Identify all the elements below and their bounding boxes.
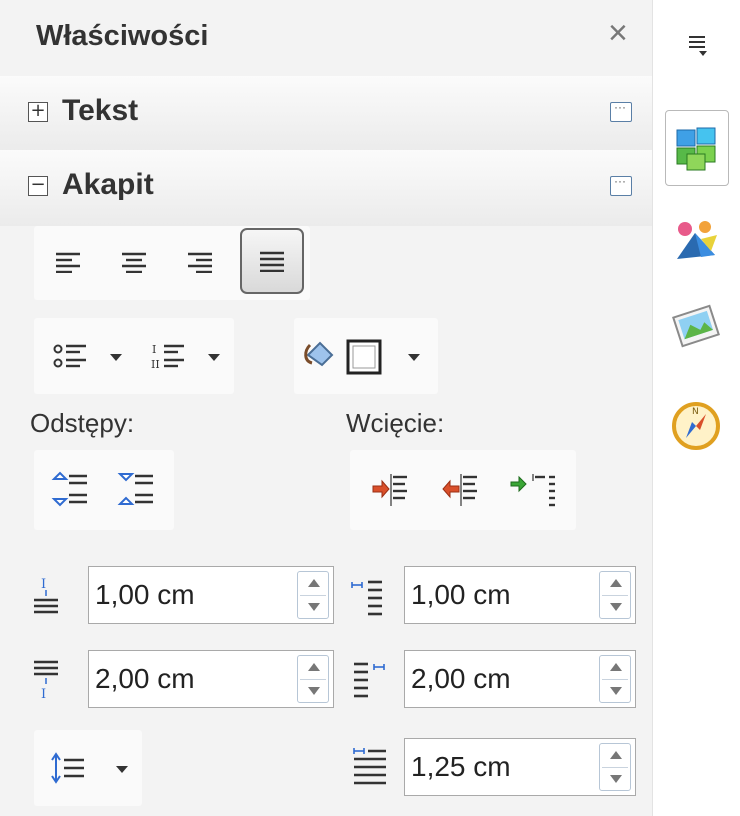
line-spacing-button[interactable]: [40, 744, 96, 792]
increase-paragraph-spacing-icon: [51, 471, 87, 507]
first-line-indent-field[interactable]: 1,25 cm: [404, 738, 636, 796]
line-spacing-icon: [51, 752, 84, 784]
sidebar-panel: Właściwości × + Tekst − Akapit: [0, 0, 652, 816]
svg-text:I: I: [152, 343, 156, 356]
hanging-indent-icon: [510, 474, 555, 507]
spacing-label: Odstępy:: [30, 408, 135, 438]
increase-indent-button[interactable]: [358, 464, 420, 516]
more-options-icon[interactable]: [610, 174, 632, 196]
align-right-icon: [188, 252, 212, 273]
before-indent-field[interactable]: 1,00 cm: [404, 566, 636, 624]
svg-text:N: N: [692, 407, 699, 417]
bullets-button[interactable]: [42, 334, 98, 378]
spin-button[interactable]: [599, 655, 631, 703]
indent-label: Wcięcie:: [346, 408, 445, 438]
below-spacing-field[interactable]: 2,00 cm: [88, 650, 334, 708]
below-spacing-value: 2,00 cm: [95, 663, 195, 694]
align-right-button[interactable]: [178, 240, 222, 284]
section-paragraph-header[interactable]: − Akapit: [0, 150, 652, 226]
close-icon[interactable]: ×: [608, 16, 628, 50]
numbered-list-icon: I II: [151, 343, 184, 371]
spin-button[interactable]: [599, 743, 631, 791]
tab-properties[interactable]: [665, 110, 729, 186]
align-justify-icon: [260, 251, 284, 272]
below-spacing-icon: I: [26, 652, 66, 708]
chevron-down-icon[interactable]: [208, 354, 220, 361]
sidebar-tab-rail: N: [652, 0, 740, 816]
styles-icon: [677, 221, 717, 259]
spin-button[interactable]: [297, 571, 329, 619]
sidebar-menu-button[interactable]: [683, 30, 713, 60]
before-indent-icon: [346, 570, 394, 622]
collapse-icon[interactable]: −: [28, 176, 48, 196]
hanging-indent-button[interactable]: [498, 464, 568, 516]
indent-toolbar: [350, 450, 576, 530]
gallery-icon: [672, 304, 720, 348]
spin-button[interactable]: [297, 655, 329, 703]
section-text-header[interactable]: + Tekst: [0, 76, 652, 152]
navigator-icon: N: [672, 402, 720, 450]
above-spacing-icon: I: [26, 570, 66, 622]
list-toolbar: I II: [34, 318, 234, 394]
paint-bucket-border-icon: [304, 339, 382, 375]
tab-gallery[interactable]: [665, 296, 727, 356]
increase-spacing-button[interactable]: [40, 464, 98, 516]
decrease-indent-icon: [442, 474, 477, 506]
align-justify-button[interactable]: [240, 228, 304, 294]
background-color-button[interactable]: [298, 328, 394, 384]
svg-text:I: I: [41, 577, 46, 592]
chevron-down-icon[interactable]: [116, 766, 128, 773]
after-indent-field[interactable]: 2,00 cm: [404, 650, 636, 708]
background-toolbar: [294, 318, 438, 394]
above-spacing-field[interactable]: 1,00 cm: [88, 566, 334, 624]
menu-icon: [689, 36, 707, 56]
decrease-indent-button[interactable]: [428, 464, 490, 516]
svg-text:I: I: [41, 687, 46, 702]
decrease-paragraph-spacing-icon: [117, 473, 153, 505]
tab-navigator[interactable]: N: [665, 396, 727, 456]
section-text-label: Tekst: [62, 94, 139, 127]
alignment-toolbar: [34, 226, 310, 300]
increase-indent-icon: [372, 474, 407, 506]
svg-text:II: II: [151, 358, 160, 371]
decrease-spacing-button[interactable]: [106, 464, 164, 516]
spin-button[interactable]: [599, 571, 631, 619]
after-indent-value: 2,00 cm: [411, 663, 511, 694]
align-left-icon: [56, 252, 80, 273]
expand-icon[interactable]: +: [28, 102, 48, 122]
line-spacing-toolbar: [34, 730, 142, 806]
align-left-button[interactable]: [46, 240, 90, 284]
chevron-down-icon[interactable]: [110, 354, 122, 361]
above-spacing-value: 1,00 cm: [95, 579, 195, 610]
more-options-icon[interactable]: [610, 100, 632, 122]
after-indent-icon: [346, 652, 394, 708]
chevron-down-icon[interactable]: [408, 354, 420, 361]
before-indent-value: 1,00 cm: [411, 579, 511, 610]
spacing-toolbar: [34, 450, 174, 530]
properties-deck-icon: [676, 127, 716, 171]
section-paragraph-label: Akapit: [62, 168, 154, 201]
align-center-icon: [122, 252, 146, 273]
first-line-indent-value: 1,25 cm: [411, 751, 511, 782]
align-center-button[interactable]: [112, 240, 156, 284]
panel-titlebar: Właściwości ×: [0, 0, 652, 76]
first-line-indent-icon: [346, 740, 394, 792]
numbering-button[interactable]: I II: [140, 334, 196, 378]
tab-styles[interactable]: [665, 210, 727, 270]
bullet-list-icon: [53, 344, 86, 368]
panel-title: Właściwości: [36, 20, 209, 52]
